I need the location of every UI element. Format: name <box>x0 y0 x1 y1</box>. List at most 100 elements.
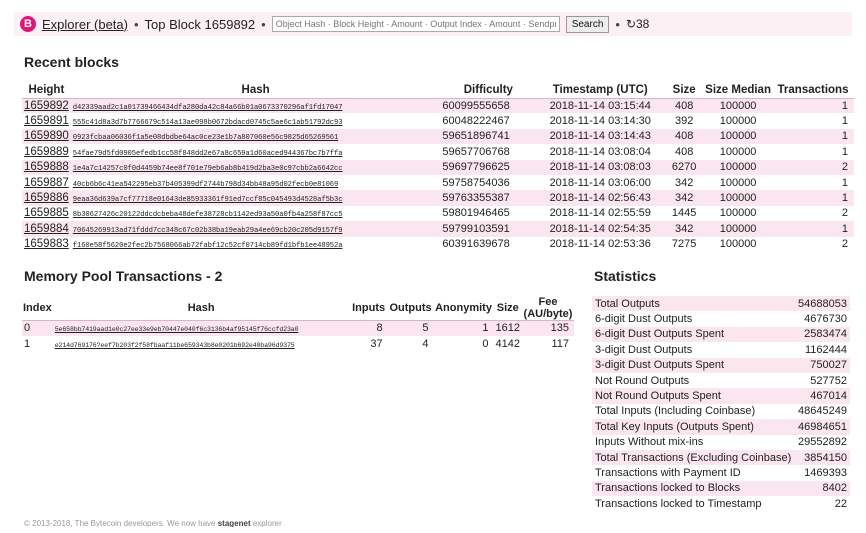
timestamp-cell: 2018-11-14 03:08:03 <box>536 159 665 175</box>
table-row: 1659886 9eaa36d639a7cf77718e01643de859333… <box>22 190 854 206</box>
difficulty-cell: 59801946465 <box>440 205 537 222</box>
block-height-link[interactable]: 1659890 <box>24 130 69 142</box>
block-hash-link[interactable]: 40cb6b6c41ea542295eb37b405399df2744b798d… <box>73 181 339 189</box>
table-row: 1659891 555c41d8a3d7b7766679c514a13ae098b… <box>22 113 854 129</box>
block-hash-link[interactable]: 54fae79d5fd0905efedb1cc58f848dd2e67a8c65… <box>73 150 343 158</box>
difficulty-cell: 59657706768 <box>440 144 537 160</box>
block-height-cell: 1659888 <box>22 159 71 175</box>
block-hash-link[interactable]: 555c41d8a3d7b7766679c514a13ae098b0672bda… <box>73 119 343 127</box>
stat-value: 3854150 <box>794 449 850 466</box>
size-cell: 408 <box>664 98 705 114</box>
stat-value: 1469393 <box>794 465 850 481</box>
block-height-link[interactable]: 1659888 <box>24 161 69 173</box>
stat-label: Total Transactions (Excluding Coinbase) <box>592 449 795 466</box>
block-height-link[interactable]: 1659886 <box>24 192 69 204</box>
table-row: 1659883 f160e58f5620e2fec2b7568066ab72fab… <box>22 236 854 252</box>
tx-hash-cell: e214d769176?eef7b203f2f58fbaaf11be659343… <box>52 335 350 352</box>
size-cell: 4142 <box>493 335 522 352</box>
mempool-table: Index Hash Inputs Outputs Anonymity Size Fee (… <box>22 296 574 352</box>
block-height-link[interactable]: 1659887 <box>24 177 69 189</box>
block-height-link[interactable]: 1659892 <box>24 100 69 112</box>
block-hash-cell: 70645269913ad71fddd7cc348c67c02b38ba19ea… <box>70 221 441 237</box>
size-cell: 408 <box>664 128 705 145</box>
stat-label: Total Outputs <box>592 296 795 312</box>
size-median-cell: 100000 <box>704 205 773 222</box>
size-cell: 342 <box>664 221 705 237</box>
size-median-cell: 100000 <box>704 128 773 145</box>
block-height-link[interactable]: 1659884 <box>24 223 69 235</box>
column-header: Inputs <box>349 296 388 321</box>
block-hash-link[interactable]: 8b30627426c20122ddcdcbeba48defe38728cb11… <box>73 211 343 219</box>
tx-hash-link[interactable]: 5e658bb7419aad1e0c27ee33e9eb70447e040f6c… <box>55 326 299 333</box>
block-hash-link[interactable]: d42339aad2c1a01739466434dfa280da42c84a66… <box>73 104 343 112</box>
table-row: 1659885 8b30627426c20122ddcdcbeba48defe38… <box>22 205 854 222</box>
column-header: Transactions <box>772 82 854 99</box>
table-row: 1659892 d42339aad2c1a01739466434dfa280da4… <box>22 98 854 114</box>
stat-label: Transactions locked to Timestamp <box>592 496 795 512</box>
anonymity-cell: 0 <box>433 335 494 352</box>
size-cell: 392 <box>664 113 705 129</box>
size-cell: 342 <box>664 190 705 206</box>
difficulty-cell: 60391639678 <box>440 236 537 252</box>
transactions-cell: 1 <box>772 221 854 237</box>
size-cell: 408 <box>664 144 705 160</box>
tx-hash-link[interactable]: e214d769176?eef7b203f2f58fbaaf11be659343… <box>55 342 295 349</box>
stat-row: Total Outputs 54688053 <box>592 296 850 312</box>
stat-row: 6-digit Dust Outputs 4676730 <box>592 311 850 327</box>
timestamp-cell: 2018-11-14 02:54:35 <box>536 221 665 237</box>
difficulty-cell: 59763355387 <box>440 190 537 206</box>
block-height-link[interactable]: 1659891 <box>24 115 69 127</box>
block-hash-link[interactable]: 9eaa36d639a7cf77718e01643de85933361f91ed… <box>73 196 343 204</box>
block-height-link[interactable]: 1659885 <box>24 207 69 219</box>
difficulty-cell: 59758754036 <box>440 174 537 191</box>
block-hash-cell: 555c41d8a3d7b7766679c514a13ae098b0672bda… <box>70 113 441 129</box>
difficulty-cell: 60099555658 <box>440 98 537 114</box>
column-header: Timestamp (UTC) <box>536 82 665 99</box>
block-hash-link[interactable]: 0923fcbaa06036f1a5e08dbdbe64ac0ce23e1b7a… <box>73 134 339 142</box>
column-header: Outputs <box>387 296 434 321</box>
stat-label: Not Round Outputs Spent <box>592 388 795 404</box>
stat-row: Transactions with Payment ID 1469393 <box>592 465 850 481</box>
size-cell: 1612 <box>493 320 522 336</box>
fee-cell: 117 <box>521 335 574 352</box>
stat-value: 527752 <box>794 372 850 389</box>
top-bar: B Explorer (beta) • Top Block 1659892 • … <box>14 12 852 36</box>
transactions-cell: 1 <box>772 174 854 191</box>
timestamp-cell: 2018-11-14 02:56:43 <box>536 190 665 206</box>
column-header: Hash <box>52 296 350 321</box>
block-hash-link[interactable]: 1e4a7c14257c0f0d4459b74ee8f701e79eb6ab8b… <box>73 165 343 173</box>
block-hash-link[interactable]: f160e58f5620e2fec2b7568066ab72fabf12c52c… <box>73 242 343 250</box>
transactions-cell: 1 <box>772 113 854 129</box>
table-row: 1 e214d769176?eef7b203f2f58fbaaf11be65934… <box>22 335 574 352</box>
timestamp-cell: 2018-11-14 02:53:36 <box>536 236 665 252</box>
block-hash-cell: 8b30627426c20122ddcdcbeba48defe38728cb11… <box>70 205 441 222</box>
timestamp-cell: 2018-11-14 03:14:43 <box>536 128 665 145</box>
separator: • <box>261 16 266 32</box>
block-hash-cell: d42339aad2c1a01739466434dfa280da42c84a66… <box>70 98 441 114</box>
stat-label: Total Inputs (Including Coinbase) <box>592 403 795 420</box>
stat-label: 3-digit Dust Outputs <box>592 342 795 358</box>
search-button[interactable]: Search <box>565 15 610 33</box>
stat-value: 29552892 <box>794 434 850 450</box>
stagenet-link[interactable]: stagenet <box>218 519 251 527</box>
stat-row: Transactions locked to Blocks 8402 <box>592 480 850 497</box>
block-hash-link[interactable]: 70645269913ad71fddd7cc348c67c02b38ba19ea… <box>73 227 343 235</box>
block-height-link[interactable]: 1659889 <box>24 146 69 158</box>
explorer-home-link[interactable]: Explorer (beta) <box>42 17 128 32</box>
stat-value: 2583474 <box>794 326 850 343</box>
block-height-cell: 1659890 <box>22 128 71 145</box>
table-row: 1659888 1e4a7c14257c0f0d4459b74ee8f701e79… <box>22 159 854 175</box>
difficulty-cell: 59697796625 <box>440 159 537 175</box>
column-header: Height <box>22 82 71 99</box>
search-input[interactable] <box>271 16 560 32</box>
stat-value: 4676730 <box>794 311 850 327</box>
transactions-cell: 2 <box>772 236 854 252</box>
block-height-cell: 1659887 <box>22 174 71 191</box>
block-hash-cell: f160e58f5620e2fec2b7568066ab72fabf12c52c… <box>70 236 441 252</box>
stat-row: 3-digit Dust Outputs 1162444 <box>592 342 850 358</box>
footer-text: © 2013-2018, The Bytecoin developers. We… <box>24 519 218 527</box>
block-height-link[interactable]: 1659883 <box>24 238 69 250</box>
block-height-cell: 1659883 <box>22 236 71 252</box>
stat-label: Not Round Outputs <box>592 372 795 389</box>
block-height-cell: 1659891 <box>22 113 71 129</box>
